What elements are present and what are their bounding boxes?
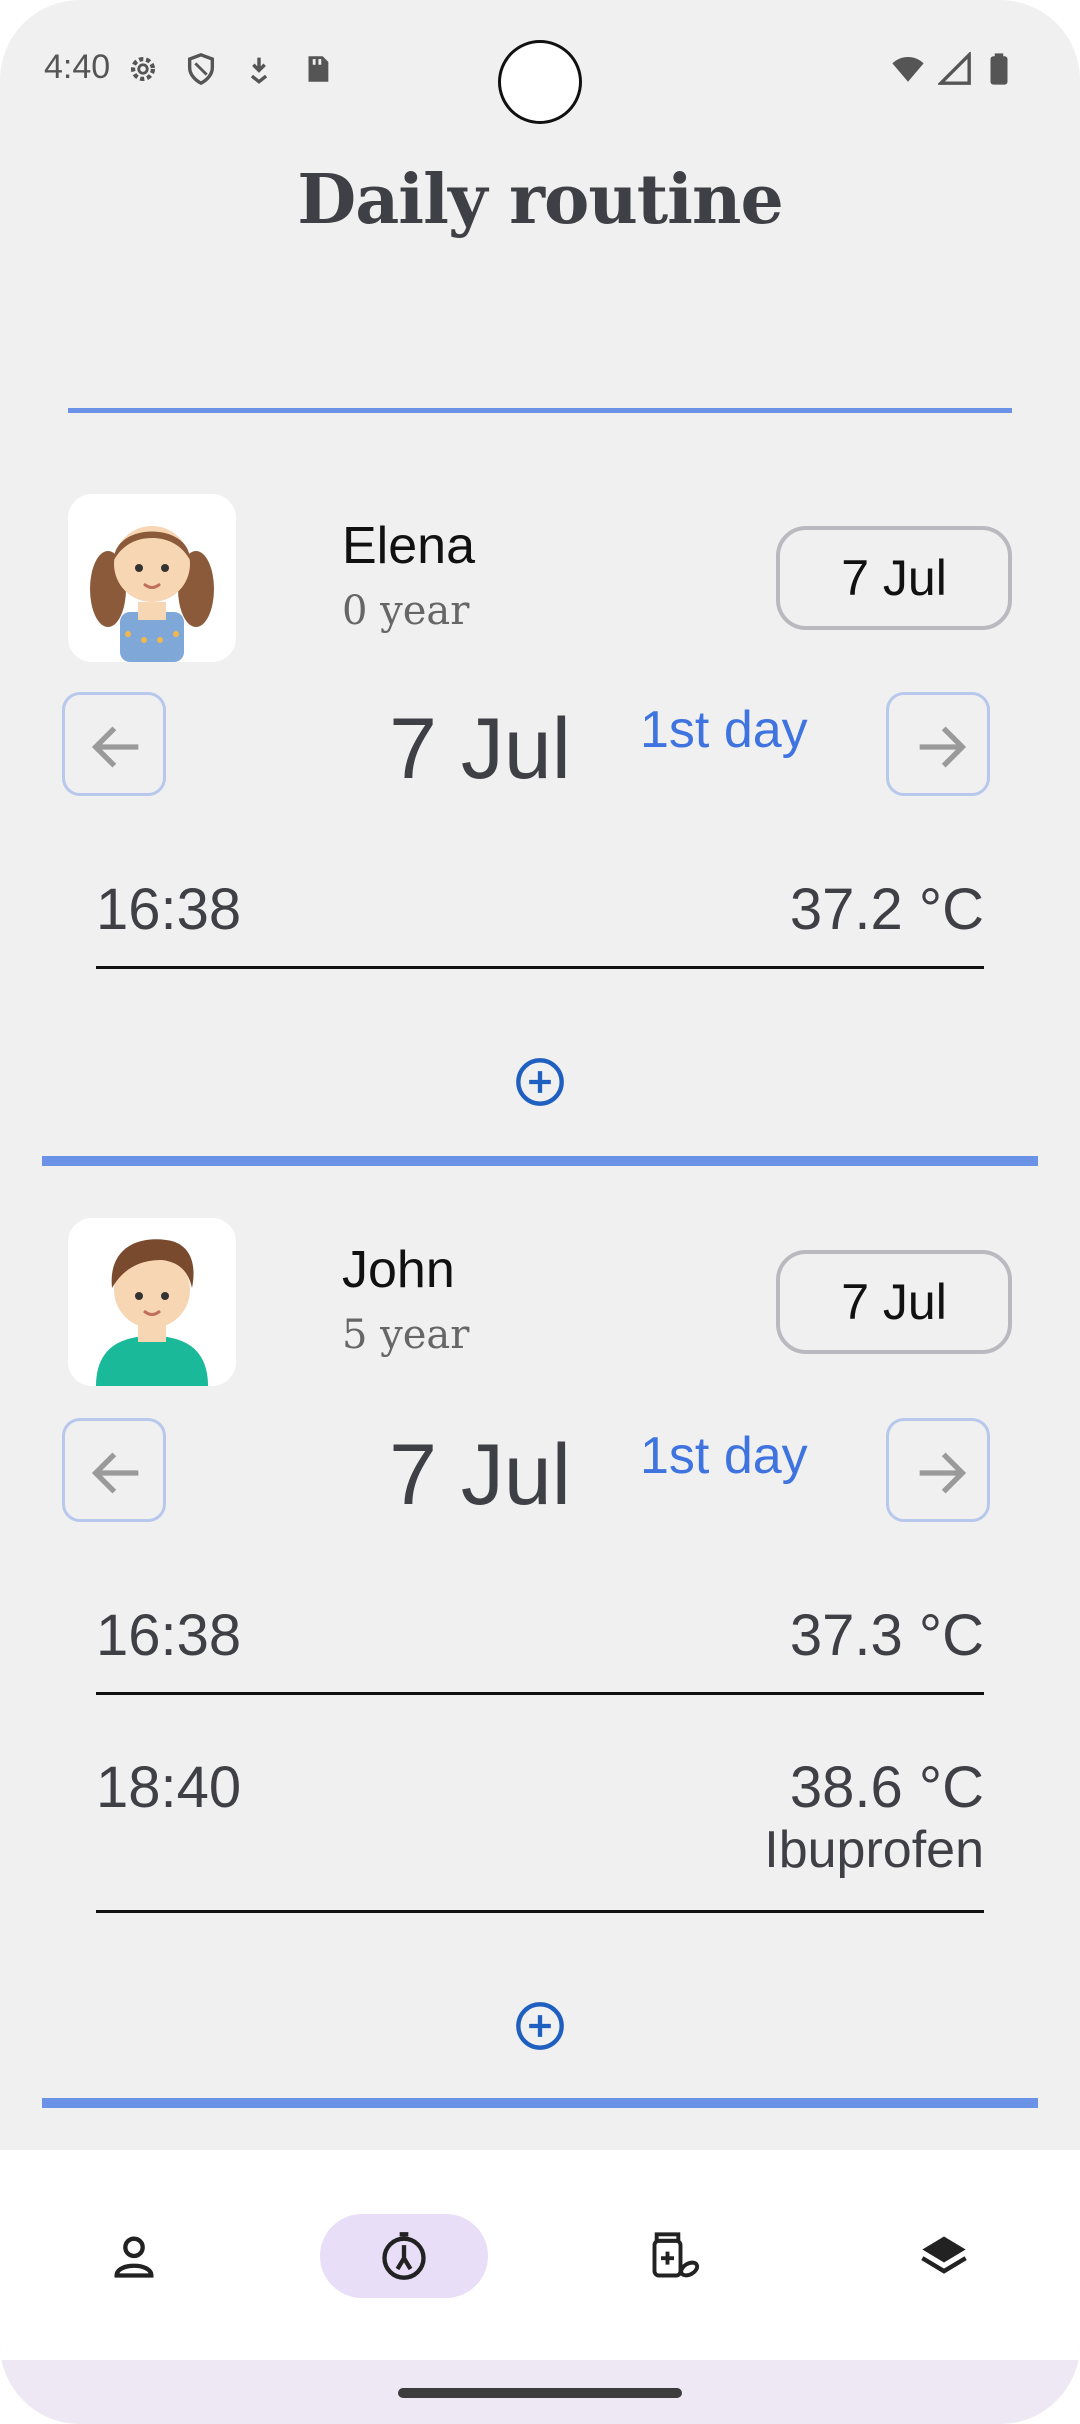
reading-time: 16:38	[96, 1603, 242, 1668]
child-name: John	[342, 1241, 455, 1299]
reading-time: 16:38	[96, 877, 242, 942]
date-picker-button[interactable]: 7 Jul	[776, 1250, 1012, 1354]
medicine-icon	[652, 2232, 700, 2278]
child-age: 5 year	[342, 1312, 470, 1358]
reading-temp: 38.6 °C	[789, 1755, 984, 1820]
arrow-right-icon	[919, 726, 967, 768]
layers-icon	[921, 2236, 967, 2274]
app-screen: 4:40 Daily routine Elena 0 year 7 Jul 7 …	[0, 0, 1080, 2424]
row-divider	[96, 1692, 984, 1695]
page-title: Daily routine	[297, 160, 783, 240]
row-divider	[96, 1910, 984, 1913]
battery-icon	[990, 53, 1008, 85]
child-age: 0 year	[342, 588, 470, 634]
camera-cutout	[498, 40, 582, 124]
previous-day-button[interactable]	[62, 1418, 166, 1522]
reading-temp: 37.2 °C	[789, 877, 984, 942]
boy-avatar-icon	[68, 1218, 236, 1386]
download-icon	[250, 57, 268, 84]
card-divider	[42, 2098, 1038, 2108]
date-picker-button[interactable]: 7 Jul	[776, 526, 1012, 630]
arrow-right-icon	[919, 1452, 967, 1494]
card-divider	[42, 1156, 1038, 1166]
reading-medicine: Ibuprofen	[764, 1821, 984, 1879]
add-reading-button[interactable]	[514, 1056, 566, 1108]
header-divider	[68, 408, 1012, 413]
home-indicator[interactable]	[398, 2388, 682, 2398]
nav-profile[interactable]	[50, 2214, 218, 2298]
add-reading-button[interactable]	[514, 2000, 566, 2052]
avatar-girl	[68, 494, 236, 662]
nav-routine[interactable]	[320, 2214, 488, 2298]
sd-card-icon	[308, 56, 329, 82]
next-day-button[interactable]	[886, 1418, 990, 1522]
nav-medicine[interactable]	[590, 2214, 758, 2298]
day-label: 1st day	[640, 701, 808, 759]
current-date: 7 Jul	[389, 701, 571, 797]
status-time: 4:40	[44, 48, 111, 86]
person-icon	[114, 2236, 154, 2278]
arrow-left-icon	[91, 726, 139, 768]
current-date: 7 Jul	[389, 1427, 571, 1523]
previous-day-button[interactable]	[62, 692, 166, 796]
wifi-icon	[892, 56, 924, 82]
settings-icon	[130, 56, 156, 82]
reading-temp: 37.3 °C	[789, 1603, 984, 1668]
girl-avatar-icon	[68, 494, 236, 662]
signal-icon	[938, 52, 971, 85]
stopwatch-icon	[382, 2232, 426, 2280]
next-day-button[interactable]	[886, 692, 990, 796]
reading-time: 18:40	[96, 1755, 242, 1820]
avatar-boy	[68, 1218, 236, 1386]
nav-history[interactable]	[860, 2214, 1028, 2298]
bottom-navigation	[0, 2150, 1080, 2360]
row-divider	[96, 966, 984, 969]
day-label: 1st day	[640, 1427, 808, 1485]
shield-icon	[187, 53, 215, 86]
arrow-left-icon	[91, 1452, 139, 1494]
child-name: Elena	[342, 517, 475, 575]
